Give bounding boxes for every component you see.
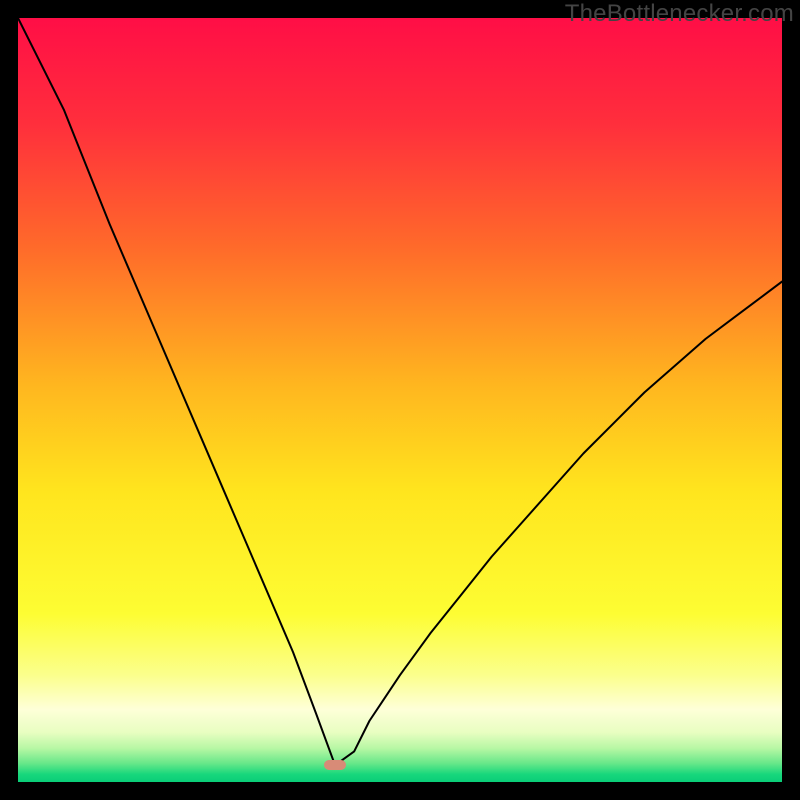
chart-frame: TheBottlenecker.com [0, 0, 800, 800]
watermark-text: TheBottlenecker.com [565, 0, 794, 28]
plot-area [18, 18, 782, 782]
optimal-marker [324, 760, 346, 770]
bottleneck-curve [18, 18, 782, 782]
